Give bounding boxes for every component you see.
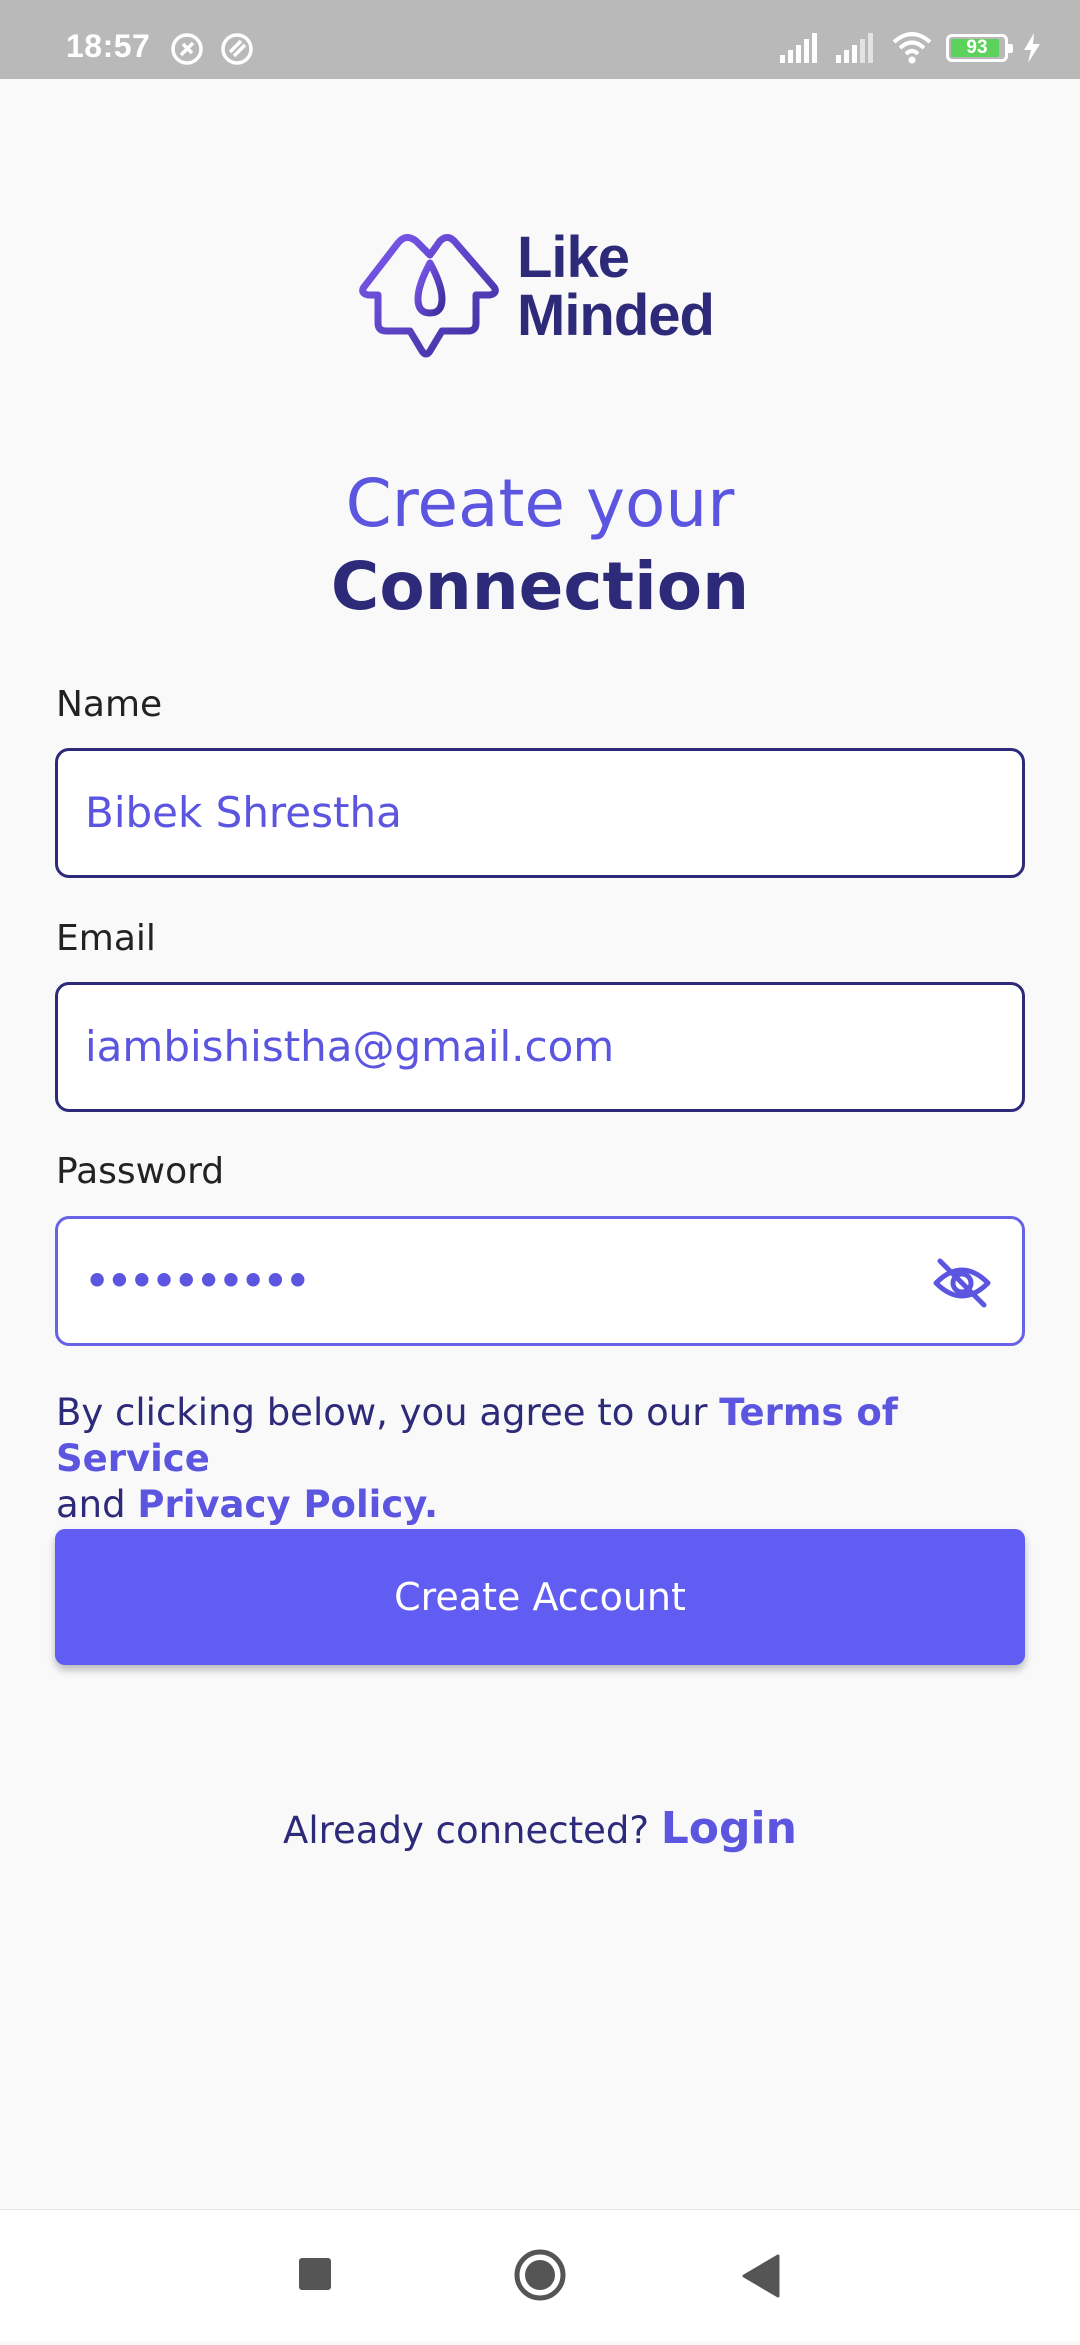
password-field[interactable]: ••••••••••: [55, 1216, 1025, 1346]
signal-icon: [836, 33, 873, 63]
notification-icon: [171, 33, 203, 65]
app-logo: Like Minded: [358, 215, 728, 360]
battery-icon: 93: [946, 34, 1013, 62]
email-value: iambishistha@gmail.com: [85, 1022, 615, 1071]
privacy-policy-link[interactable]: Privacy Policy.: [137, 1483, 438, 1526]
home-button[interactable]: [480, 2210, 600, 2341]
eye-off-icon: [933, 1258, 991, 1308]
name-field[interactable]: Bibek Shrestha: [55, 748, 1025, 878]
logo-line-1: Like: [517, 225, 630, 290]
status-time: 18:57: [66, 28, 151, 64]
logo-wordmark: Like Minded: [517, 225, 715, 348]
battery-percent: 93: [966, 37, 988, 58]
wifi-icon: [892, 32, 932, 64]
terms-text: By clicking below, you agree to our Term…: [56, 1390, 1036, 1528]
battery-nub: [1008, 44, 1013, 53]
back-triangle-icon: [742, 2254, 780, 2298]
name-label: Name: [56, 684, 163, 725]
likeminded-logo-icon: [359, 234, 499, 358]
login-prompt: Already connected? Login: [0, 1803, 1080, 1854]
password-visibility-toggle[interactable]: [932, 1255, 992, 1311]
page-title-line-1: Create your: [345, 465, 735, 542]
recents-square-icon: [299, 2258, 331, 2290]
notification-icon: [221, 33, 253, 65]
back-button[interactable]: [700, 2210, 820, 2341]
recents-button[interactable]: [255, 2210, 375, 2341]
charging-icon: [1024, 33, 1040, 63]
create-account-button[interactable]: Create Account: [55, 1529, 1025, 1665]
email-label: Email: [56, 918, 156, 959]
page-title-line-2: Connection: [330, 548, 750, 625]
terms-prefix: By clicking below, you agree to our: [56, 1391, 720, 1434]
terms-middle: and: [56, 1483, 138, 1526]
system-nav-bar: [0, 2209, 1080, 2341]
login-prompt-text: Already connected?: [283, 1809, 661, 1852]
email-field[interactable]: iambishistha@gmail.com: [55, 982, 1025, 1112]
password-label: Password: [56, 1151, 225, 1192]
name-value: Bibek Shrestha: [85, 788, 402, 837]
signal-icon: [780, 33, 817, 63]
status-bar: 18:57 93: [0, 0, 1080, 79]
status-right-group: 93: [780, 30, 1042, 66]
logo-line-2: Minded: [517, 283, 715, 348]
home-circle-icon: [514, 2249, 566, 2301]
password-value: ••••••••••: [85, 1259, 310, 1303]
login-link[interactable]: Login: [661, 1803, 797, 1854]
